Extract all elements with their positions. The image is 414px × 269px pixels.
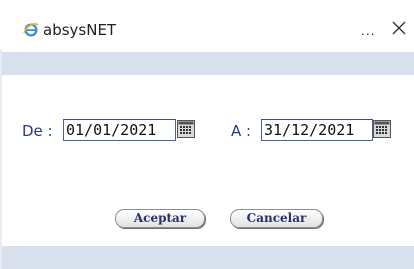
title-bar: absysNET ... bbox=[0, 0, 414, 50]
dialog-window: absysNET ... De : 01/01/2021 A : 31/12/2… bbox=[0, 0, 414, 269]
accept-button[interactable]: Aceptar bbox=[115, 209, 205, 228]
from-date-input[interactable]: 01/01/2021 bbox=[63, 119, 176, 141]
header-band bbox=[2, 52, 414, 75]
calendar-icon[interactable] bbox=[373, 120, 391, 138]
calendar-icon[interactable] bbox=[177, 120, 195, 138]
to-date-label: A : bbox=[231, 122, 252, 140]
more-options-button[interactable]: ... bbox=[361, 22, 376, 38]
cancel-button[interactable]: Cancelar bbox=[230, 209, 323, 228]
footer-band bbox=[2, 246, 414, 269]
from-date-label: De : bbox=[22, 122, 53, 140]
to-date-input[interactable]: 31/12/2021 bbox=[261, 119, 373, 141]
close-icon[interactable] bbox=[389, 18, 409, 38]
ie-browser-icon bbox=[23, 22, 39, 38]
date-range-row: De : 01/01/2021 A : 31/12/2021 bbox=[0, 117, 414, 145]
window-title: absysNET bbox=[43, 21, 117, 39]
